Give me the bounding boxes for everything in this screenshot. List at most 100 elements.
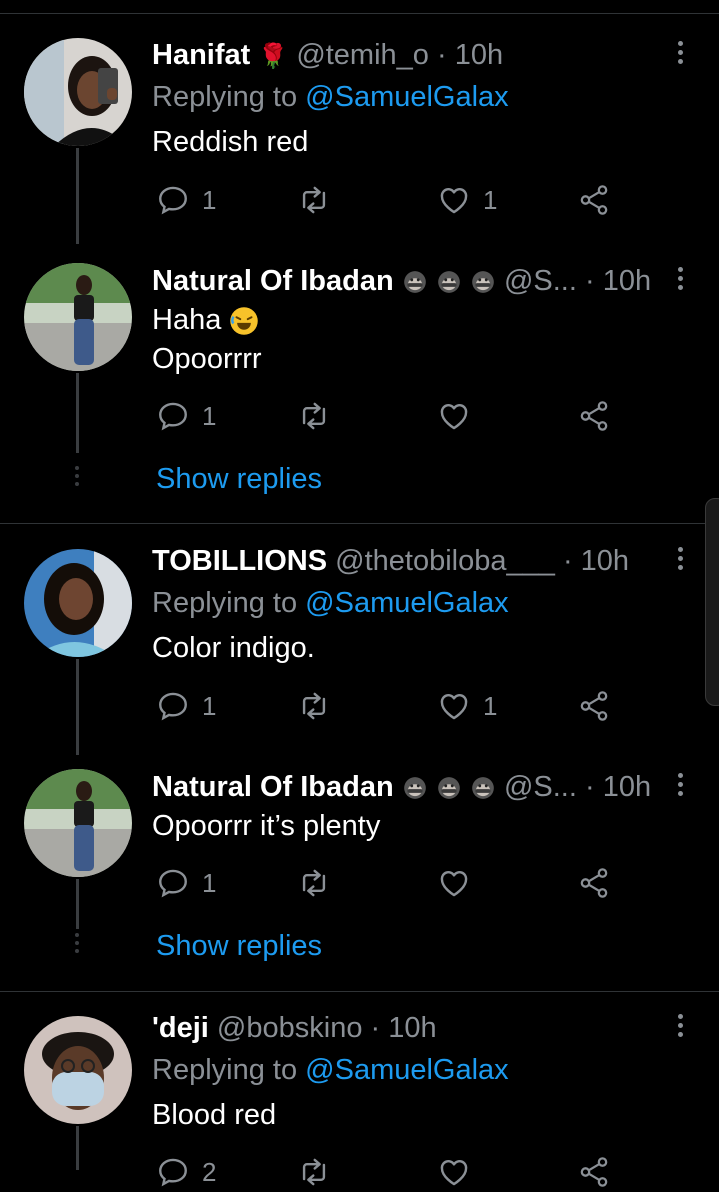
retweet-button[interactable] [297,396,331,436]
like-count: 1 [483,184,498,215]
separator: · [562,545,573,577]
timestamp[interactable]: 10h [581,545,629,577]
share-icon [577,183,611,217]
reply-icon [156,1155,190,1189]
reply-icon [156,866,190,900]
reply-count: 1 [202,867,217,898]
reply-button[interactable]: 1 [156,686,216,726]
like-icon [437,866,471,900]
share-button[interactable] [577,180,611,220]
handle[interactable]: @thetobiloba___ [335,545,555,577]
share-icon [577,689,611,723]
mention-link[interactable]: @SamuelGalax [305,587,509,619]
thread-line [76,373,79,453]
share-icon [577,866,611,900]
retweet-icon [297,1155,331,1189]
like-icon [437,183,471,217]
display-name[interactable]: TOBILLIONS [152,545,327,577]
like-button[interactable]: 1 [437,180,497,220]
like-button[interactable] [437,1152,471,1192]
avatar[interactable] [24,1016,132,1124]
more-icon[interactable] [670,1011,690,1045]
share-icon [577,1155,611,1189]
rose-icon: 🌹 [258,43,289,70]
separator: · [584,771,595,803]
more-icon[interactable] [670,544,690,578]
replying-prefix: Replying to [152,1054,306,1086]
retweet-icon [297,866,331,900]
reply-icon [156,399,190,433]
replying-prefix: Replying to [152,587,306,619]
display-name[interactable]: Natural Of Ibadan [152,771,394,803]
reply-button[interactable]: 1 [156,396,216,436]
reply-icon [156,689,190,723]
retweet-button[interactable] [297,1152,331,1192]
more-icon[interactable] [670,770,690,804]
laughing-emoji [230,307,259,336]
avatar[interactable] [24,769,132,877]
tweet-text: Opoorrr it’s plenty [152,810,381,842]
divider [0,13,719,14]
avatar[interactable] [24,263,132,371]
tweet-header: Hanifat 🌹 @temih_o · 10h [152,38,503,74]
share-button[interactable] [577,396,611,436]
more-icon[interactable] [670,38,690,72]
reply-icon [156,183,190,217]
reply-button[interactable]: 1 [156,180,216,220]
tweet-text-line: Haha [152,304,222,336]
replying-to: Replying to @SamuelGalax [152,80,509,114]
handle[interactable]: @S... [504,265,577,297]
display-name[interactable]: Hanifat [152,39,250,71]
like-icon [437,399,471,433]
timestamp[interactable]: 10h [455,39,503,71]
share-button[interactable] [577,686,611,726]
retweet-button[interactable] [297,863,331,903]
reply-count: 1 [202,184,217,215]
handle[interactable]: @temih_o [296,39,429,71]
reply-button[interactable]: 2 [156,1152,216,1192]
tweet-header: TOBILLIONS @thetobiloba___ · 10h [152,544,629,578]
like-button[interactable]: 1 [437,686,497,726]
thread-line [76,659,79,755]
edge-panel-handle[interactable] [705,498,719,706]
show-replies-link[interactable]: Show replies [156,929,322,963]
mention-link[interactable]: @SamuelGalax [305,81,509,113]
replying-to: Replying to @SamuelGalax [152,1053,509,1087]
share-button[interactable] [577,1152,611,1192]
thread-line [76,879,79,929]
avatar[interactable] [24,38,132,146]
reply-count: 1 [202,400,217,431]
display-name[interactable]: 'deji [152,1012,209,1044]
more-icon[interactable] [670,264,690,298]
monkey-icon [402,775,428,801]
tweet-text: Haha [152,301,259,339]
timestamp[interactable]: 10h [603,265,651,297]
monkey-icon [470,775,496,801]
reply-button[interactable]: 1 [156,863,216,903]
handle[interactable]: @bobskino [217,1012,363,1044]
display-name[interactable]: Natural Of Ibadan [152,265,394,297]
mention-link[interactable]: @SamuelGalax [305,1054,509,1086]
thread-line [76,1126,79,1170]
separator: · [370,1012,381,1044]
timestamp[interactable]: 10h [388,1012,436,1044]
share-button[interactable] [577,863,611,903]
monkey-icon [402,269,428,295]
avatar[interactable] [24,549,132,657]
show-replies-link[interactable]: Show replies [156,462,322,496]
handle[interactable]: @S... [504,771,577,803]
thread-dots [73,466,81,490]
separator: · [437,39,447,71]
reply-count: 2 [202,1156,217,1187]
like-icon [437,689,471,723]
retweet-icon [297,689,331,723]
thread-line [76,148,79,244]
like-button[interactable] [437,863,471,903]
like-button[interactable] [437,396,471,436]
retweet-button[interactable] [297,180,331,220]
timestamp[interactable]: 10h [603,771,651,803]
tweet-header: 'deji @bobskino · 10h [152,1011,437,1045]
divider [0,523,719,524]
retweet-button[interactable] [297,686,331,726]
monkey-icon [436,269,462,295]
